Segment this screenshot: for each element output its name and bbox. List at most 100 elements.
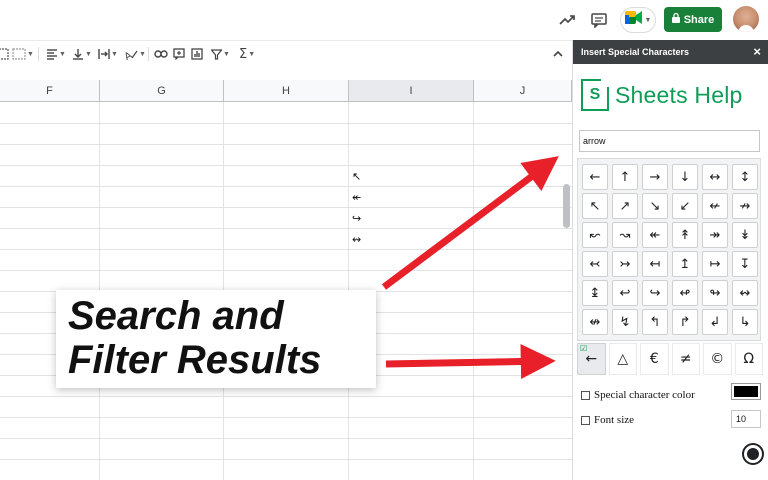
category-tabs: ☑ ← △ € ≠ © Ω [577,343,763,375]
character-button[interactable]: ↲ [702,309,728,335]
logo-text: Sheets Help [615,81,743,108]
sidebar-title: Insert Special Characters [581,47,690,57]
character-button[interactable]: → [642,164,668,190]
merge-icon[interactable]: ▼ [12,45,34,63]
borders-icon[interactable] [0,45,10,63]
rotate-icon[interactable]: A ▼ [124,45,146,63]
chevron-down-icon: ▼ [644,16,652,24]
callout-line-1: Search and [68,294,284,338]
category-tab[interactable]: ≠ [671,343,700,375]
meet-icon [624,11,643,29]
cell-i-arrow-4[interactable]: ↭ [352,229,376,249]
character-button[interactable]: ↫ [672,280,698,306]
share-label: Share [683,13,715,26]
character-button[interactable]: ↜ [582,222,608,248]
logo-mark: S [581,79,609,111]
v-align-icon[interactable]: ▼ [72,45,92,63]
column-header-g[interactable]: G [100,80,224,102]
collapse-icon[interactable] [553,45,563,63]
character-button[interactable]: ↗ [612,193,638,219]
link-icon[interactable] [154,45,168,63]
h-align-icon[interactable]: ▼ [46,45,66,63]
chart-icon[interactable] [191,45,203,63]
character-button[interactable]: ↮ [582,309,608,335]
column-header-i[interactable]: I [349,80,474,102]
column-header-f[interactable]: F [0,80,100,102]
svg-text:A: A [124,50,134,60]
character-button[interactable]: ↓ [672,164,698,190]
cell-i-arrow-2[interactable]: ↞ [352,187,376,207]
category-tab[interactable]: € [640,343,669,375]
trend-arrow-icon[interactable] [556,9,578,31]
functions-icon[interactable]: Σ ▼ [239,45,255,63]
comment-icon[interactable] [588,9,610,31]
character-button[interactable]: ↝ [612,222,638,248]
character-button[interactable]: ↞ [642,222,668,248]
wrap-icon[interactable]: ▼ [98,45,118,63]
sheets-help-logo: S Sheets Help [581,78,743,112]
category-tab[interactable]: △ [608,343,637,375]
special-characters-sidebar: Insert Special Characters × S Sheets Hel… [572,40,768,480]
category-symbol: ← [585,351,598,367]
character-button[interactable]: ↭ [732,280,758,306]
character-button[interactable]: ↚ [702,193,728,219]
meet-button[interactable]: ▼ [620,7,656,33]
help-icon[interactable] [742,443,764,465]
character-button[interactable]: ↦ [702,251,728,277]
column-header-h[interactable]: H [224,80,349,102]
share-button[interactable]: Share [664,7,722,32]
color-swatch [734,386,758,397]
search-input[interactable] [579,130,760,152]
font-size-checkbox[interactable] [581,415,590,425]
character-button[interactable]: ↣ [612,251,638,277]
color-picker[interactable] [731,383,761,400]
character-button[interactable]: ↛ [732,193,758,219]
color-checkbox[interactable] [581,390,590,400]
character-button[interactable]: ↖ [582,193,608,219]
character-button[interactable]: ↠ [702,222,728,248]
character-button[interactable]: ↪ [642,280,668,306]
lock-icon [671,12,680,26]
category-symbol: △ [617,351,629,367]
category-tab[interactable]: Ω [734,343,763,375]
character-button[interactable]: ↬ [702,280,728,306]
avatar[interactable] [733,6,759,32]
character-button[interactable]: ↟ [672,222,698,248]
column-header-j[interactable]: J [474,80,572,102]
cell-i-arrow-3[interactable]: ↪ [352,208,376,228]
character-button[interactable]: ↱ [672,309,698,335]
font-size-label: Font size [594,414,635,426]
close-icon[interactable]: × [753,44,761,59]
character-results-grid: ← ↑ → ↓ ↔ ↕ ↖ ↗ ↘ ↙ ↚ ↛ ↜ ↝ ↞ ↟ ↠ ↡ ↢ ↣ ↤ ↥ ↦ ↧ ↨ ↩ ↪ ↫ ↬ ↭ ↮ ↯ ↰ ↱ ↲ ↳ [577,158,761,341]
character-button[interactable]: ↙ [672,193,698,219]
category-tab[interactable]: © [703,343,732,375]
character-button[interactable]: ↡ [732,222,758,248]
character-button[interactable]: ↕ [732,164,758,190]
character-button[interactable]: ↯ [612,309,638,335]
category-symbol: € [649,351,659,367]
category-tab[interactable]: ☑ ← [577,343,606,375]
filter-icon[interactable]: ▼ [211,45,230,63]
font-size-input[interactable] [731,410,761,428]
vertical-scrollbar[interactable] [563,184,570,228]
character-button[interactable]: ↥ [672,251,698,277]
character-button[interactable]: ↰ [642,309,668,335]
character-button[interactable]: ← [582,164,608,190]
special-color-option[interactable]: Special character color [581,389,695,401]
spreadsheet-grid[interactable]: F G H I J ↖ ↞ ↪ ↭ [0,80,572,480]
cell-i-arrow-1[interactable]: ↖ [352,166,376,186]
character-button[interactable]: ↨ [582,280,608,306]
character-button[interactable]: ↩ [612,280,638,306]
toolbar: ▼ ▼ ▼ ▼ A ▼ ▼ Σ ▼ [0,40,572,66]
character-button[interactable]: ↑ [612,164,638,190]
character-button[interactable]: ↘ [642,193,668,219]
category-symbol: ≠ [679,351,692,367]
character-button[interactable]: ↧ [732,251,758,277]
character-button[interactable]: ↳ [732,309,758,335]
color-label: Special character color [594,389,695,401]
character-button[interactable]: ↔ [702,164,728,190]
comment-add-icon[interactable] [173,45,185,63]
character-button[interactable]: ↢ [582,251,608,277]
font-size-option[interactable]: Font size [581,414,634,426]
character-button[interactable]: ↤ [642,251,668,277]
